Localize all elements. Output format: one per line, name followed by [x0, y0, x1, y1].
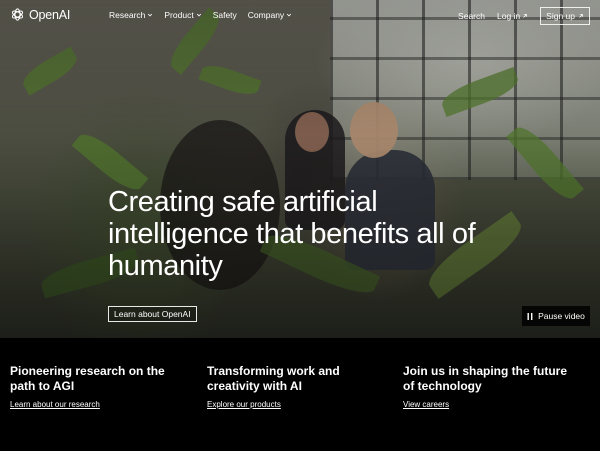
- nav-company[interactable]: Company: [248, 10, 292, 20]
- feature-cards: Pioneering research on the path to AGI L…: [0, 338, 600, 451]
- arrow-up-right-icon: [523, 14, 528, 18]
- pause-video-button[interactable]: Pause video: [522, 306, 590, 326]
- brand-name: OpenAI: [29, 7, 71, 22]
- pause-video-label: Pause video: [538, 311, 585, 321]
- nav-company-label: Company: [247, 10, 285, 20]
- card-title: Join us in shaping the future of technol…: [403, 364, 568, 393]
- learn-about-openai-button[interactable]: Learn about OpenAI: [108, 306, 197, 322]
- view-careers-link[interactable]: View careers: [403, 400, 449, 409]
- chevron-down-icon: [196, 13, 201, 17]
- hero-overlay: [0, 0, 600, 338]
- nav-research[interactable]: Research: [109, 10, 153, 20]
- card-careers: Join us in shaping the future of technol…: [403, 364, 573, 412]
- card-products: Transforming work and creativity with AI…: [207, 364, 367, 412]
- card-title: Transforming work and creativity with AI: [207, 364, 340, 393]
- card-title: Pioneering research on the path to AGI: [10, 364, 165, 393]
- nav-menu: Research Product Safety Company: [109, 10, 292, 20]
- explore-products-link[interactable]: Explore our products: [207, 400, 281, 409]
- nav-safety-label: Safety: [212, 10, 237, 20]
- chevron-down-icon: [148, 13, 153, 17]
- arrow-up-right-icon: [579, 14, 583, 18]
- nav-research-label: Research: [109, 10, 146, 20]
- chevron-down-icon: [287, 13, 292, 17]
- nav-product-label: Product: [164, 10, 194, 20]
- card-research: Pioneering research on the path to AGI L…: [10, 364, 170, 412]
- search-button[interactable]: Search: [458, 11, 485, 21]
- login-link[interactable]: Log in: [497, 11, 528, 21]
- signup-label: Sign up: [546, 11, 575, 21]
- top-nav: OpenAI Research Product Safety Company S…: [0, 0, 600, 32]
- nav-actions: Search Log in Sign up: [458, 7, 590, 25]
- logo-link[interactable]: OpenAI: [10, 7, 70, 22]
- hero-headline: Creating safe artificial intelligence th…: [108, 186, 476, 282]
- pause-icon: [527, 312, 533, 320]
- learn-about-research-link[interactable]: Learn about our research: [10, 400, 100, 409]
- hero-video: [0, 0, 600, 338]
- nav-product[interactable]: Product: [164, 10, 201, 20]
- nav-safety[interactable]: Safety: [213, 10, 237, 20]
- openai-logo-icon: [11, 8, 24, 21]
- login-label: Log in: [496, 11, 521, 21]
- signup-button[interactable]: Sign up: [540, 7, 590, 25]
